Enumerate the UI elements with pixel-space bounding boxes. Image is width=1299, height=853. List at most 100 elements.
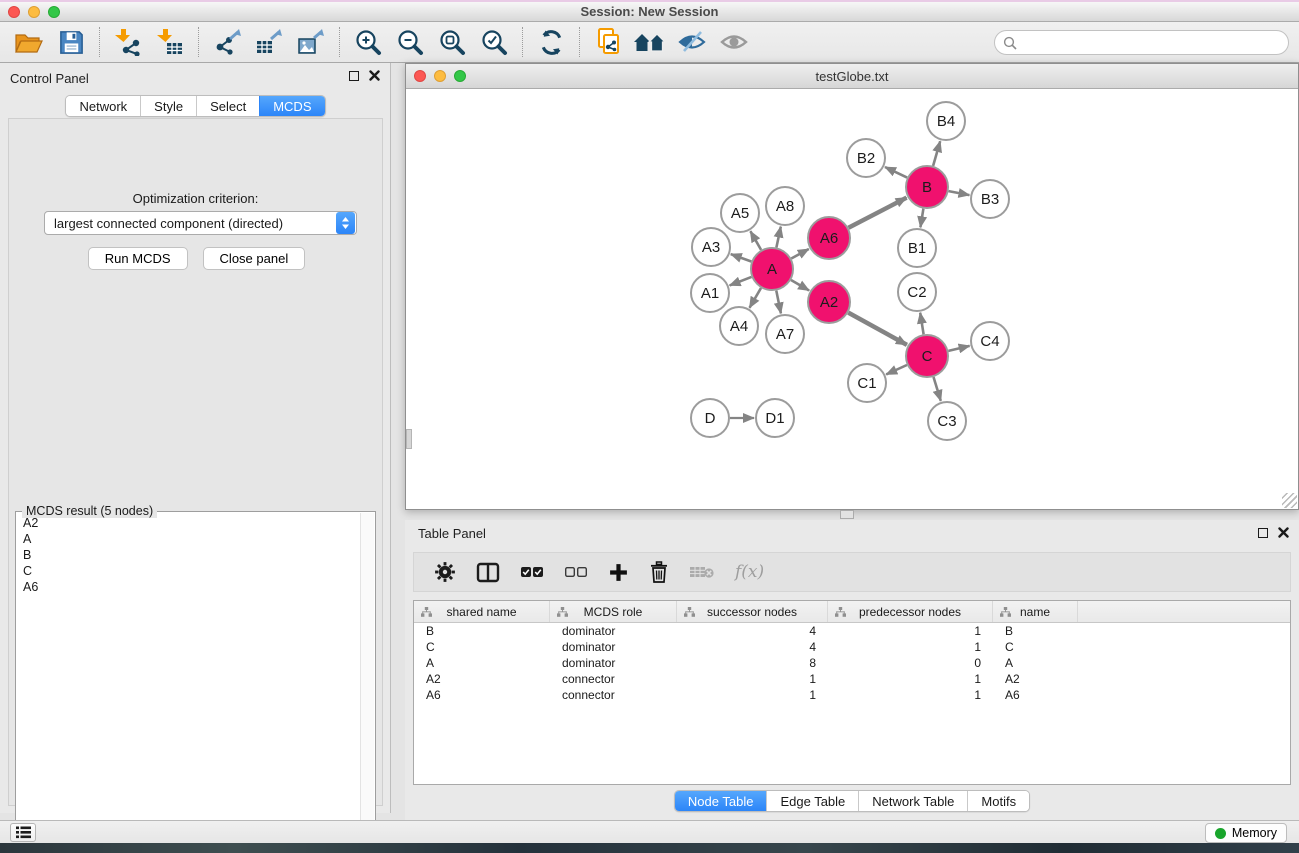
graph-edge-B-B2[interactable] [885,167,907,178]
float-panel-icon[interactable] [349,71,359,81]
zoom-selected-button[interactable] [473,24,515,60]
delete-table-button[interactable] [689,557,715,587]
mcds-result-item[interactable]: C [17,563,359,579]
graph-edge-C-C3[interactable] [934,377,941,401]
optimization-criterion-select[interactable]: largest connected component (directed) [44,211,357,235]
select-all-button[interactable] [520,557,544,587]
canvas-divider-handle[interactable] [406,429,412,449]
zoom-in-button[interactable] [347,24,389,60]
import-network-button[interactable] [107,24,149,60]
mcds-result-item[interactable]: A6 [17,579,359,595]
import-table-button[interactable] [149,24,191,60]
close-panel-icon[interactable] [1278,527,1289,538]
control-panel: Control Panel Network Style Select MCDS … [0,63,391,813]
float-panel-icon[interactable] [1258,528,1268,538]
table-row[interactable]: Adominator80A [414,655,1290,671]
graph-edge-A6-B[interactable] [849,198,907,228]
mcds-result-list[interactable]: A2ABCA6 [17,515,359,849]
show-all-button[interactable] [713,24,755,60]
clone-network-button[interactable] [587,24,629,60]
zoom-selected-icon [480,28,508,56]
graph-node-label-C4: C4 [980,333,999,350]
trash-icon [649,561,669,583]
tab-node-table[interactable]: Node Table [675,791,767,811]
graph-edge-B-B4[interactable] [933,141,940,166]
memory-button[interactable]: Memory [1205,823,1287,843]
tab-network-table[interactable]: Network Table [858,791,967,811]
zoom-fit-button[interactable] [431,24,473,60]
graph-edge-C-C2[interactable] [920,313,923,335]
graph-edge-C-C4[interactable] [948,346,969,351]
tab-mcds[interactable]: MCDS [259,96,324,116]
graph-edge-A-A2[interactable] [791,280,809,291]
window-resize-grip[interactable] [1282,493,1297,508]
run-mcds-button[interactable]: Run MCDS [88,247,188,270]
mcds-result-item[interactable]: B [17,547,359,563]
export-network-button[interactable] [206,24,248,60]
network-canvas[interactable]: B4B2BB3A5A8A6B1A3AC2A1A2A4A7C4CC1C3DD1 [406,89,1298,509]
control-panel-tab-bar: Network Style Select MCDS [65,95,325,117]
table-cell: 8 [677,656,828,670]
tab-edge-table[interactable]: Edge Table [766,791,858,811]
graph-edge-A-A8[interactable] [776,227,780,248]
search-field[interactable] [994,30,1289,55]
graph-edge-A-A3[interactable] [731,254,752,261]
close-panel-icon[interactable] [369,70,380,81]
tab-select[interactable]: Select [196,96,259,116]
toolbar-separator [339,27,340,57]
close-panel-button[interactable]: Close panel [203,247,306,270]
column-header-name[interactable]: name [993,601,1078,622]
table-row[interactable]: Bdominator41B [414,623,1290,639]
split-panel-button[interactable] [476,557,500,587]
graph-edge-A-A5[interactable] [750,231,761,250]
column-header-MCDS-role[interactable]: MCDS role [550,601,677,622]
open-file-button[interactable] [8,24,50,60]
hide-selected-button[interactable] [671,24,713,60]
export-image-button[interactable] [290,24,332,60]
graph-edge-B-B3[interactable] [949,191,970,195]
table-row[interactable]: Cdominator41C [414,639,1290,655]
zoom-out-button[interactable] [389,24,431,60]
table-settings-button[interactable] [434,557,456,587]
graph-node-label-A5: A5 [731,205,749,222]
first-neighbors-button[interactable] [629,24,671,60]
column-header-predecessor-nodes[interactable]: predecessor nodes [828,601,993,622]
graph-edge-C-C1[interactable] [886,365,907,374]
table-panel-title: Table Panel [418,526,486,541]
network-view-window[interactable]: testGlobe.txt B4B2BB3A5A8A6B1A3AC2A1A2A4… [405,63,1299,510]
main-titlebar[interactable]: Session: New Session [0,0,1299,22]
task-history-button[interactable] [10,823,36,842]
graph-edge-A-A1[interactable] [730,277,752,286]
table-row[interactable]: A6connector11A6 [414,687,1290,703]
export-network-icon [213,28,241,56]
export-table-button[interactable] [248,24,290,60]
add-column-button[interactable] [608,557,629,587]
graph-edge-A-A6[interactable] [791,249,809,259]
network-graph-svg[interactable]: B4B2BB3A5A8A6B1A3AC2A1A2A4A7C4CC1C3DD1 [406,89,1298,509]
tab-network[interactable]: Network [66,96,140,116]
apply-layout-button[interactable] [530,24,572,60]
select-stepper-icon [336,212,355,234]
table-row[interactable]: A2connector11A2 [414,671,1290,687]
network-window-titlebar[interactable]: testGlobe.txt [406,64,1298,89]
save-session-button[interactable] [50,24,92,60]
graph-edge-A-A7[interactable] [776,291,781,314]
mcds-result-item[interactable]: A [17,531,359,547]
column-header-successor-nodes[interactable]: successor nodes [677,601,828,622]
tab-motifs[interactable]: Motifs [967,791,1029,811]
tab-style[interactable]: Style [140,96,196,116]
table-cell: 4 [677,624,828,638]
graph-node-label-A: A [767,261,777,278]
graph-edge-A2-C[interactable] [848,313,907,345]
delete-button[interactable] [649,557,669,587]
result-scrollbar[interactable] [360,513,374,849]
mcds-result-item[interactable]: A2 [17,515,359,531]
deselect-all-button[interactable] [564,557,588,587]
function-builder-button[interactable]: f(x) [735,557,764,587]
split-pane-toggle[interactable] [840,510,854,519]
graph-edge-A-A4[interactable] [750,288,762,308]
search-input[interactable] [1022,36,1272,50]
graph-edge-B-B1[interactable] [920,209,923,228]
column-header-shared-name[interactable]: shared name [414,601,550,622]
save-session-icon [58,29,85,56]
